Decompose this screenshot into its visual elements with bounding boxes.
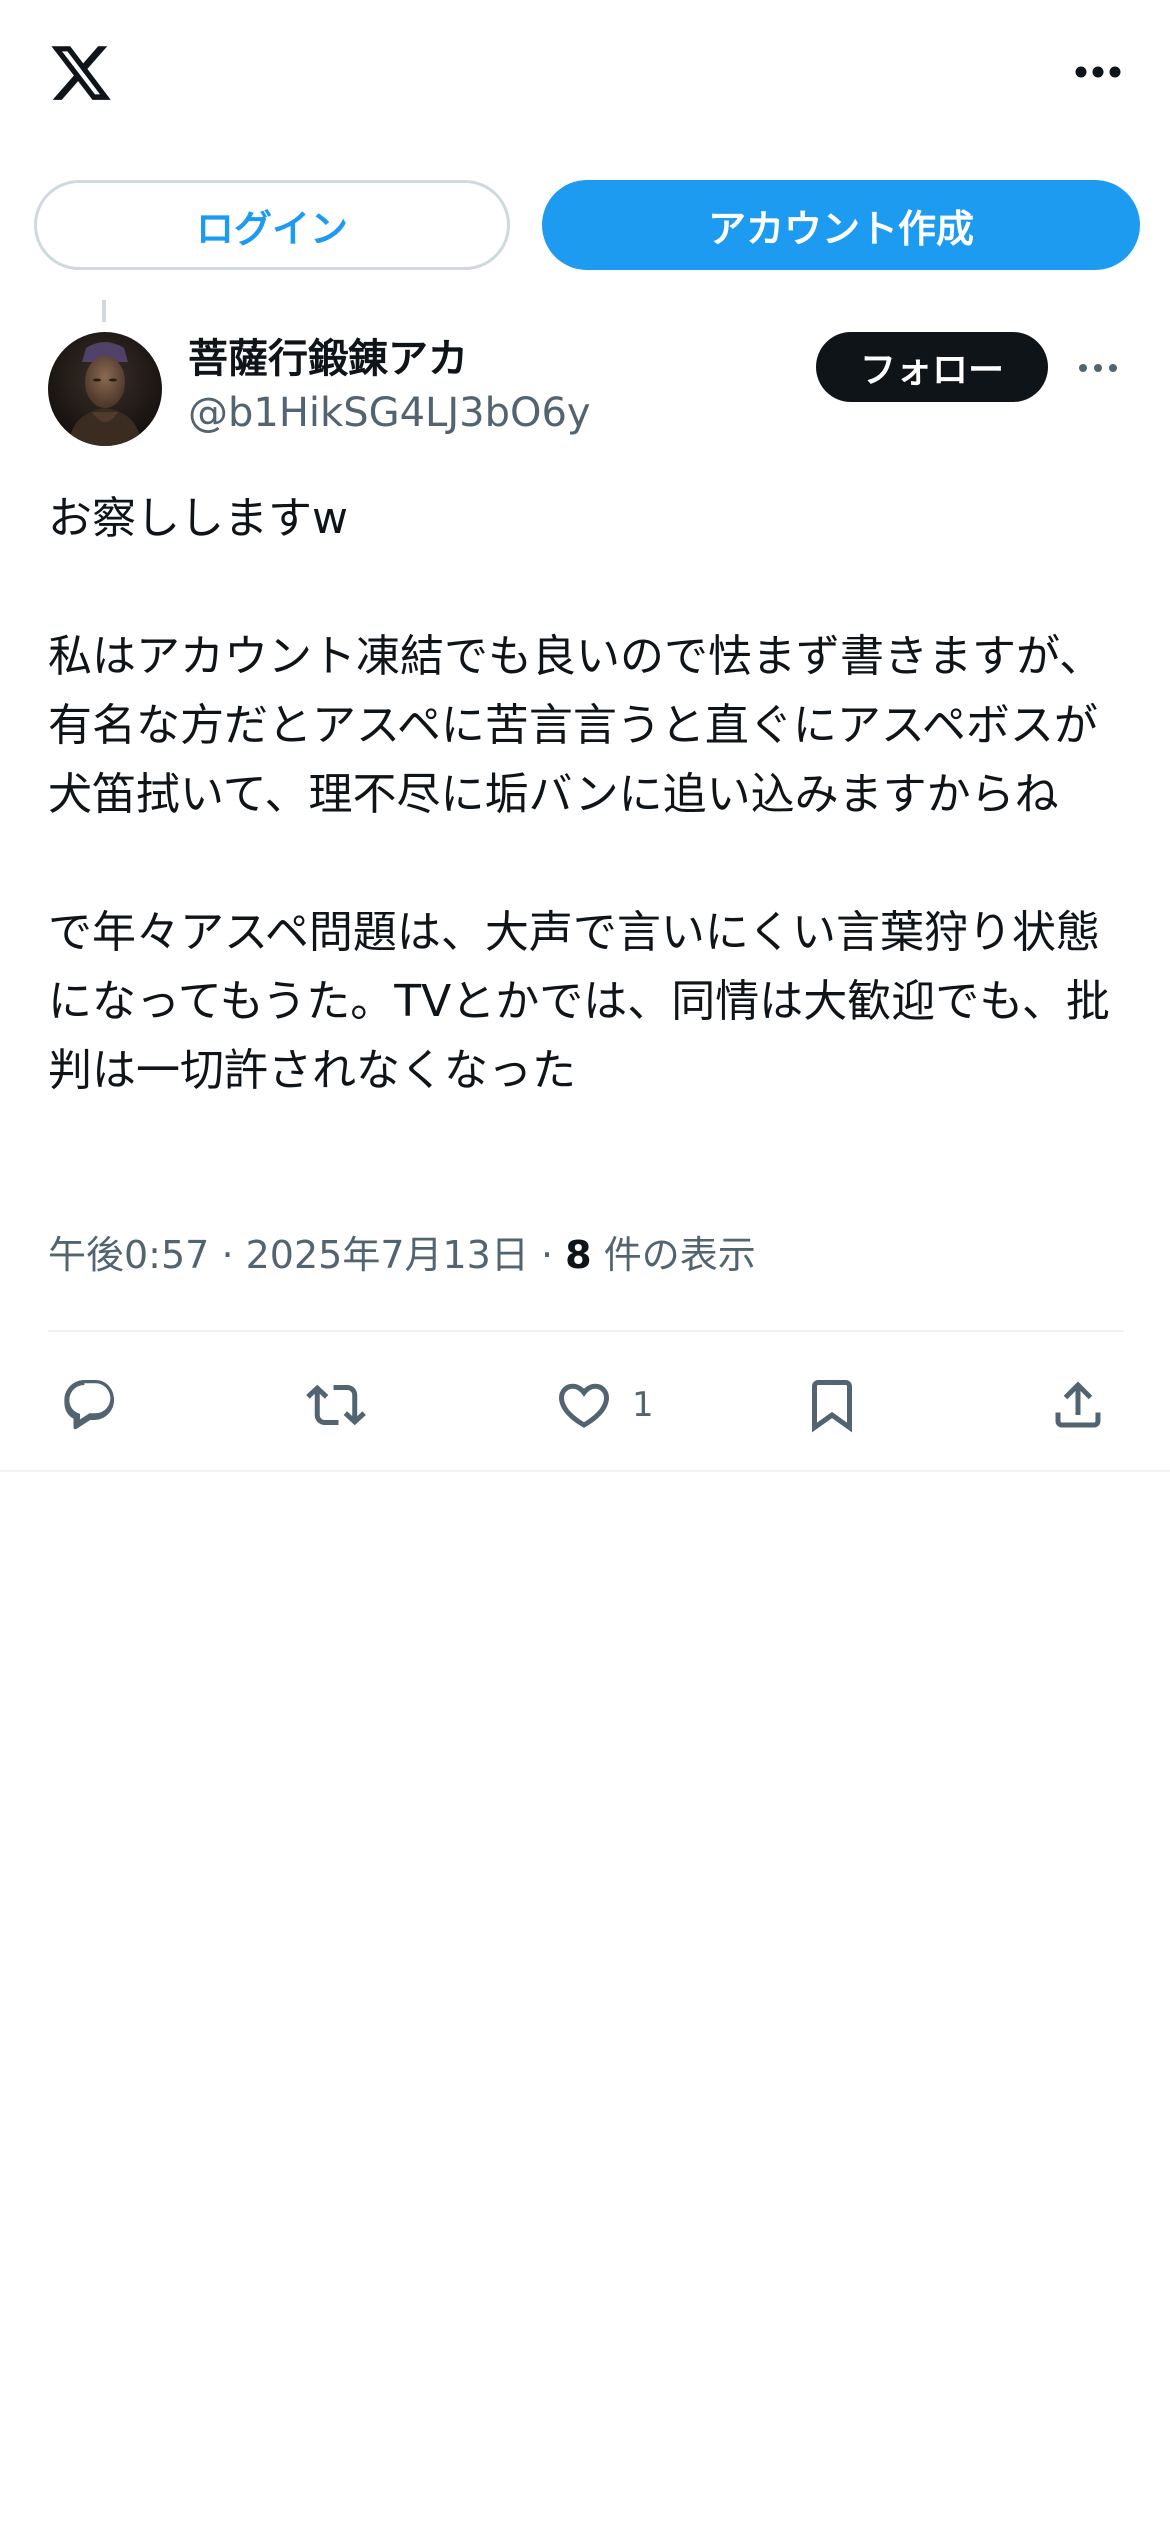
share-button[interactable] [1048,1360,1108,1450]
top-bar [0,0,1170,150]
divider [48,1330,1124,1332]
like-button[interactable]: 1 [554,1360,654,1450]
reply-button[interactable] [60,1360,120,1450]
like-count: 1 [632,1385,654,1425]
auth-buttons: ログイン アカウント作成 [34,180,1140,270]
post-date[interactable]: 2025年7月13日 [246,1233,529,1277]
post-meta: 午後0:57 · 2025年7月13日 · 8 件の表示 [48,1224,756,1279]
author-handle[interactable]: @b1HikSG4LJ3bO6y [188,390,591,436]
avatar[interactable] [48,332,162,446]
avatar-buddha-statue-image [48,332,162,446]
post-time[interactable]: 午後0:57 [48,1233,209,1277]
login-button[interactable]: ログイン [34,180,510,270]
action-bar: 1 [0,1360,1170,1450]
share-icon [1055,1381,1101,1428]
x-logo-icon[interactable] [48,40,114,106]
post-more-icon[interactable] [1070,350,1126,386]
follow-button[interactable]: フォロー [816,332,1048,402]
views-label: 件の表示 [603,1233,756,1277]
repost-icon [306,1384,366,1426]
repost-button[interactable] [306,1360,366,1450]
meta-separator: · [540,1233,554,1277]
author-display-name[interactable]: 菩薩行鍛錬アカ [188,326,468,384]
divider [0,1470,1170,1472]
create-account-button[interactable]: アカウント作成 [542,180,1140,270]
meta-separator: · [221,1233,234,1277]
bookmark-button[interactable] [802,1360,862,1450]
reply-icon [64,1380,115,1430]
thread-connector-line [102,300,106,322]
more-horizontal-icon[interactable] [1074,52,1122,92]
post-text: お察ししますw 私はアカウント凍結でも良いので怯まず書きますが、有名な方だとアス… [48,493,1110,1096]
views-count: 8 [565,1233,592,1277]
heart-icon [558,1383,610,1428]
bookmark-icon [812,1380,852,1433]
